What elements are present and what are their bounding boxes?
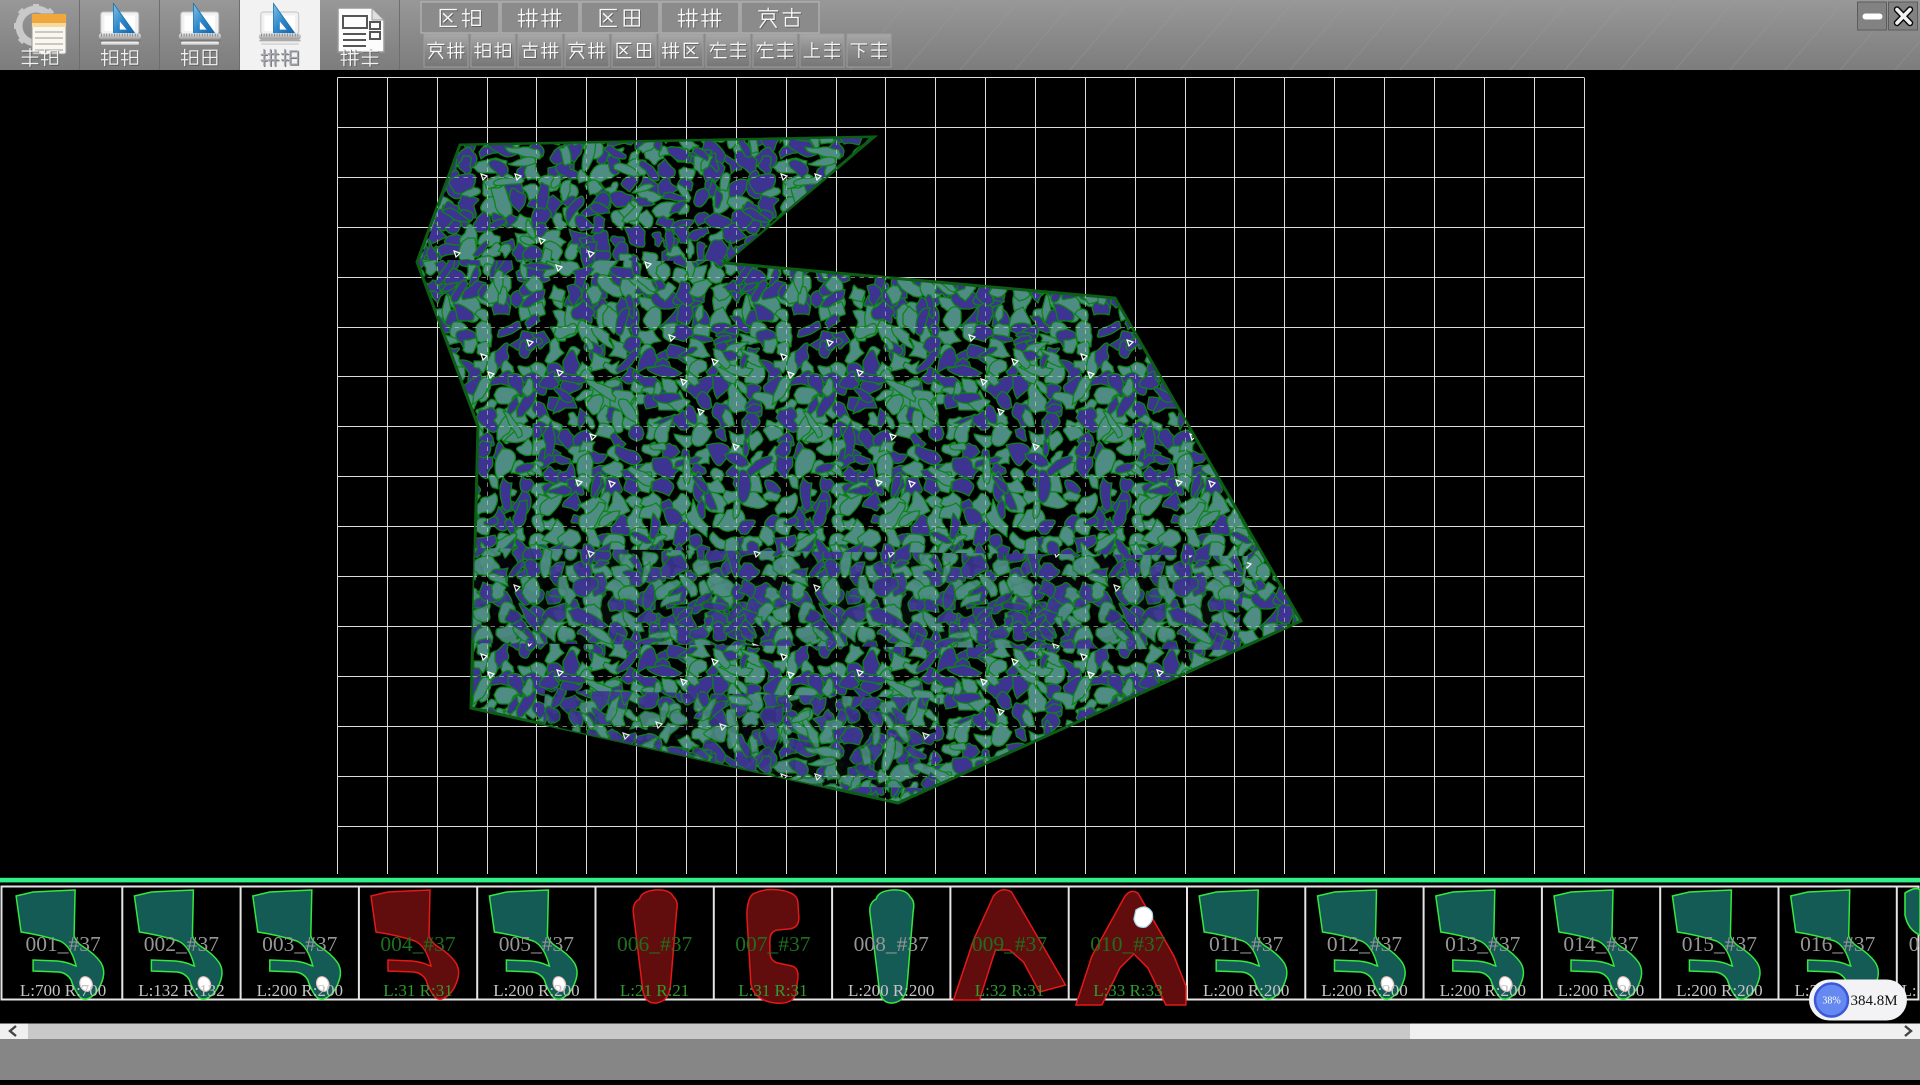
svg-text:L:200 R:200: L:200 R:200 [1321, 981, 1407, 1000]
svg-text:L:200 R:200: L:200 R:200 [1203, 981, 1289, 1000]
svg-text:013_#37: 013_#37 [1445, 932, 1521, 956]
svg-text:L:200 R:200: L:200 R:200 [1558, 981, 1644, 1000]
svg-text:L:33 R:33: L:33 R:33 [1093, 981, 1162, 1000]
svg-text:007_#37: 007_#37 [735, 932, 811, 956]
svg-text:001_#37: 001_#37 [25, 932, 101, 956]
svg-text:L:31 R:31: L:31 R:31 [738, 981, 807, 1000]
svg-text:L:200 R:200: L:200 R:200 [1440, 981, 1526, 1000]
svg-text:L:700 R:700: L:700 R:700 [20, 981, 106, 1000]
svg-text:L:132 R:132: L:132 R:132 [138, 981, 224, 1000]
svg-text:005_#37: 005_#37 [499, 932, 575, 956]
svg-text:L:21 R:21: L:21 R:21 [620, 981, 689, 1000]
svg-text:L:200 R:200: L:200 R:200 [848, 981, 934, 1000]
svg-text:004_#37: 004_#37 [380, 932, 456, 956]
svg-text:L:31 R:31: L:31 R:31 [383, 981, 452, 1000]
svg-text:0: 0 [1909, 932, 1920, 956]
svg-text:384.8M: 384.8M [1850, 993, 1897, 1009]
svg-text:008_#37: 008_#37 [854, 932, 930, 956]
svg-text:L:32 R:31: L:32 R:31 [975, 981, 1044, 1000]
svg-text:010_#37: 010_#37 [1090, 932, 1166, 956]
svg-text:38%: 38% [1822, 996, 1840, 1007]
svg-text:015_#37: 015_#37 [1682, 932, 1758, 956]
svg-text:011_#37: 011_#37 [1209, 932, 1284, 956]
svg-text:012_#37: 012_#37 [1327, 932, 1403, 956]
svg-text:002_#37: 002_#37 [144, 932, 220, 956]
svg-text:006_#37: 006_#37 [617, 932, 693, 956]
svg-text:014_#37: 014_#37 [1563, 932, 1639, 956]
svg-text:L:200 R:200: L:200 R:200 [1676, 981, 1762, 1000]
svg-text:L:200 R:200: L:200 R:200 [493, 981, 579, 1000]
svg-text:016_#37: 016_#37 [1800, 932, 1876, 956]
svg-text:L:200 R:200: L:200 R:200 [257, 981, 343, 1000]
svg-text:009_#37: 009_#37 [972, 932, 1048, 956]
svg-text:003_#37: 003_#37 [262, 932, 338, 956]
